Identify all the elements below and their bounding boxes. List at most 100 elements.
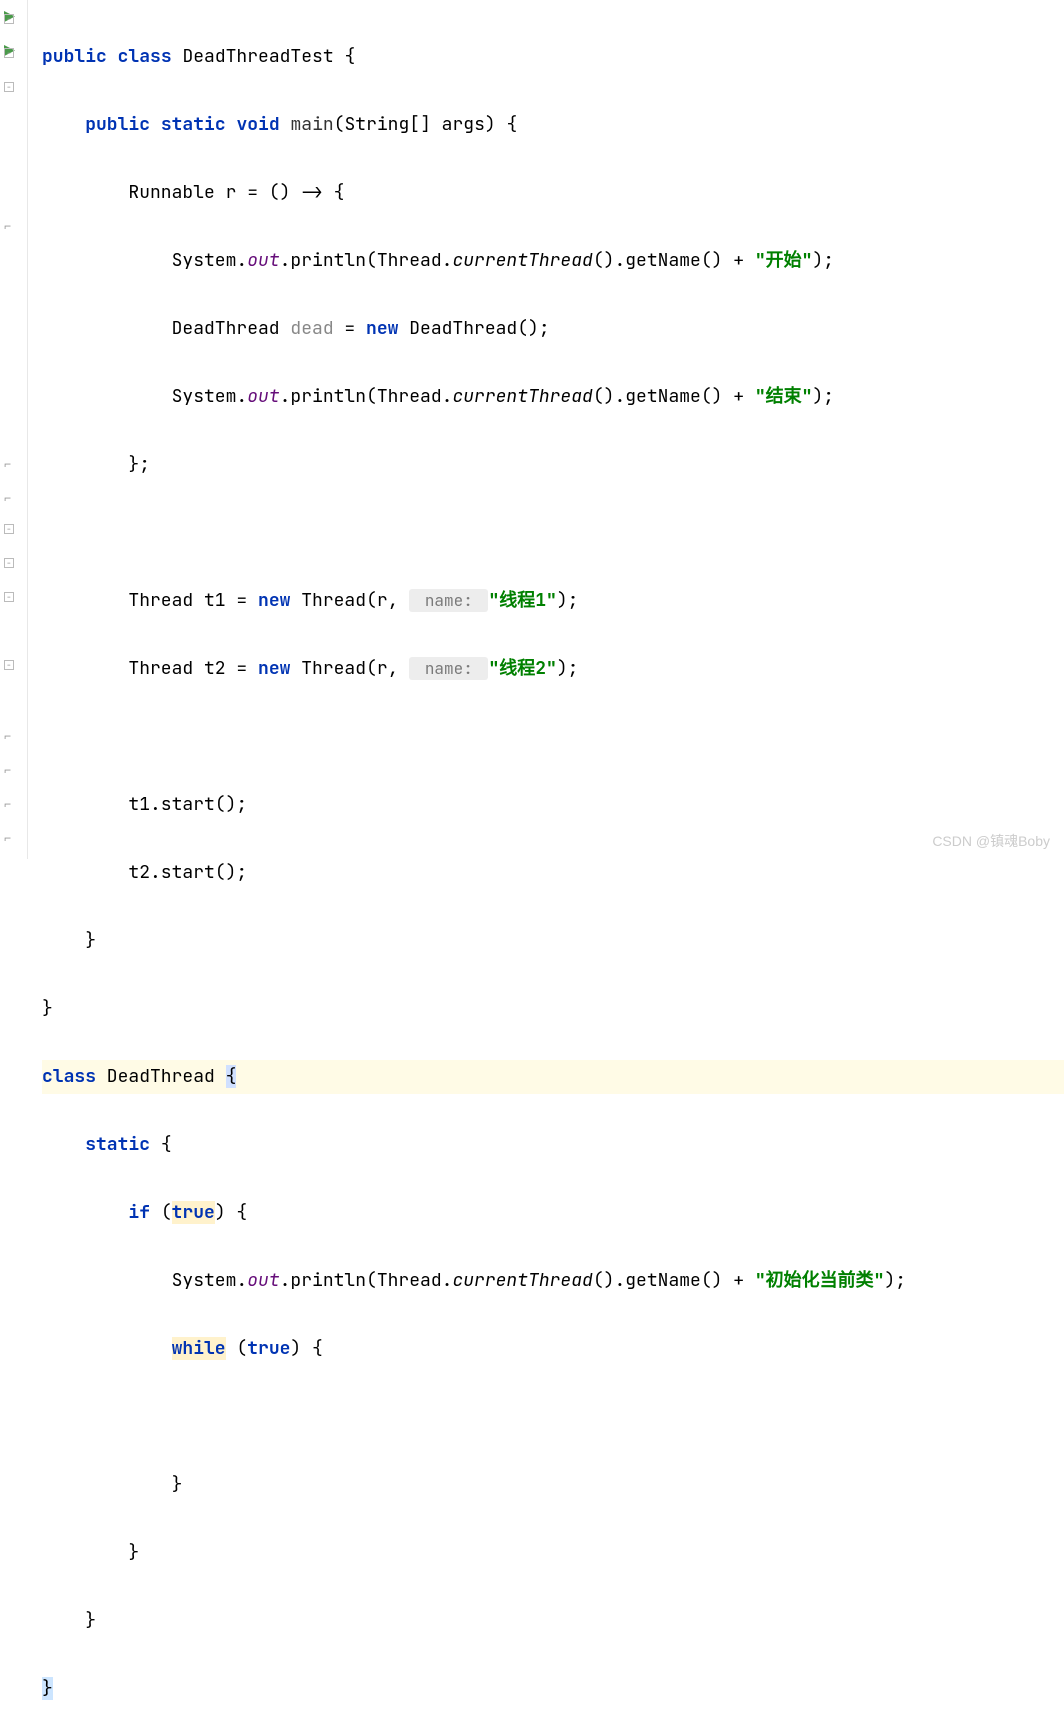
code-line[interactable] [42,516,1064,550]
code-text: Thread(r, [290,589,409,612]
keyword-class: class [118,45,172,68]
brace: } [42,1677,53,1700]
brace: } [85,1609,96,1632]
param-hint: name: [409,657,488,680]
fold-icon[interactable]: − [4,14,14,24]
fold-icon[interactable]: − [4,558,14,568]
fold-icon[interactable]: − [4,592,14,602]
code-text: System. [172,385,248,408]
code-text: ); [812,385,834,408]
code-line[interactable]: DeadThread dead = new DeadThread(); [42,312,1064,346]
code-text: Thread(r, [290,657,409,680]
code-text: ) { [215,1201,247,1224]
fold-end-icon[interactable]: ⌐ [4,796,20,812]
code-line[interactable] [42,1400,1064,1434]
watermark: CSDN @镇魂Boby [932,831,1050,851]
code-text: t2.start(); [128,861,247,884]
brace: { [334,45,356,68]
code-text: System. [172,1269,248,1292]
params: (String[] args) { [334,113,518,136]
brace: { [150,1133,172,1156]
code-text: ().getName() + [593,1269,755,1292]
code-line[interactable]: } [42,1468,1064,1502]
keyword-public: public [85,113,150,136]
code-text: ( [150,1201,172,1224]
code-line[interactable]: while (true) { [42,1332,1064,1366]
keyword-if: if [128,1201,150,1224]
brace: } [172,1473,183,1496]
method-currentThread: currentThread [452,1269,592,1292]
fold-icon[interactable]: − [4,524,14,534]
code-line[interactable]: System.out.println(Thread.currentThread(… [42,1264,1064,1298]
brace: { [226,1065,237,1088]
class-name: DeadThread [96,1065,226,1088]
brace: } [128,1541,139,1564]
code-line[interactable]: public static void main(String[] args) { [42,108,1064,142]
keyword-new: new [258,589,290,612]
code-text: Thread t2 = [128,657,258,680]
code-line[interactable]: }; [42,448,1064,482]
code-line[interactable]: Thread t1 = new Thread(r, name: "线程1"); [42,584,1064,618]
code-line[interactable]: if (true) { [42,1196,1064,1230]
fold-icon[interactable]: − [4,48,14,58]
code-text: t1.start(); [128,793,247,816]
code-editor: ▶ − ▶ − − ⌐ ⌐ ⌐ − − − − ⌐ ⌐ ⌐ ⌐ public c… [0,0,1064,859]
code-line[interactable]: static { [42,1128,1064,1162]
keyword-new: new [258,657,290,680]
code-text: .println(Thread. [280,249,453,272]
fold-end-icon[interactable]: ⌐ [4,728,20,744]
method-currentThread: currentThread [452,249,592,272]
keyword-void: void [236,113,279,136]
keyword-while: while [172,1337,226,1360]
code-line[interactable]: class DeadThread { [42,1060,1064,1094]
code-line[interactable] [42,720,1064,754]
code-text: DeadThread [172,317,291,340]
code-text: DeadThread(); [398,317,549,340]
code-text: ) { [290,1337,322,1360]
code-area[interactable]: public class DeadThreadTest { public sta… [28,0,1064,859]
code-line[interactable]: Runnable r = () -> { [42,176,1064,210]
keyword-public: public [42,45,107,68]
code-line[interactable]: } [42,924,1064,958]
keyword-static: static [161,113,226,136]
code-text: }; [128,453,150,476]
method-main: main [290,113,333,136]
code-text: ); [557,589,579,612]
fold-end-icon[interactable]: ⌐ [4,456,20,472]
code-text: ( [226,1337,248,1360]
fold-end-icon[interactable]: ⌐ [4,830,20,846]
code-text: = [334,317,366,340]
code-line[interactable]: Thread t2 = new Thread(r, name: "线程2"); [42,652,1064,686]
code-line[interactable]: } [42,992,1064,1026]
keyword-static: static [85,1133,150,1156]
string-literal: "初始化当前类" [755,1269,885,1292]
code-text: Runnable r = () -> { [128,181,344,204]
string-literal: "结束" [755,385,813,408]
field-out: out [247,1269,279,1292]
fold-end-icon[interactable]: ⌐ [4,762,20,778]
code-line[interactable]: } [42,1604,1064,1638]
code-text: Thread t1 = [128,589,258,612]
fold-icon[interactable]: − [4,660,14,670]
keyword-true: true [172,1201,215,1224]
code-text: .println(Thread. [280,1269,453,1292]
code-line[interactable]: t2.start(); [42,856,1064,890]
code-text: .println(Thread. [280,385,453,408]
code-line[interactable]: System.out.println(Thread.currentThread(… [42,244,1064,278]
fold-end-icon[interactable]: ⌐ [4,218,20,234]
fold-icon[interactable]: − [4,82,14,92]
code-line[interactable]: } [42,1672,1064,1706]
code-text: ); [812,249,834,272]
string-literal: "开始" [755,249,813,272]
code-line[interactable]: t1.start(); [42,788,1064,822]
code-line[interactable]: public class DeadThreadTest { [42,40,1064,74]
code-line[interactable]: } [42,1536,1064,1570]
code-text: System. [172,249,248,272]
brace: } [85,929,96,952]
param-hint: name: [409,589,488,612]
class-name: DeadThreadTest [182,45,333,68]
brace: } [42,997,53,1020]
fold-end-icon[interactable]: ⌐ [4,490,20,506]
code-line[interactable]: System.out.println(Thread.currentThread(… [42,380,1064,414]
keyword-class: class [42,1065,96,1088]
